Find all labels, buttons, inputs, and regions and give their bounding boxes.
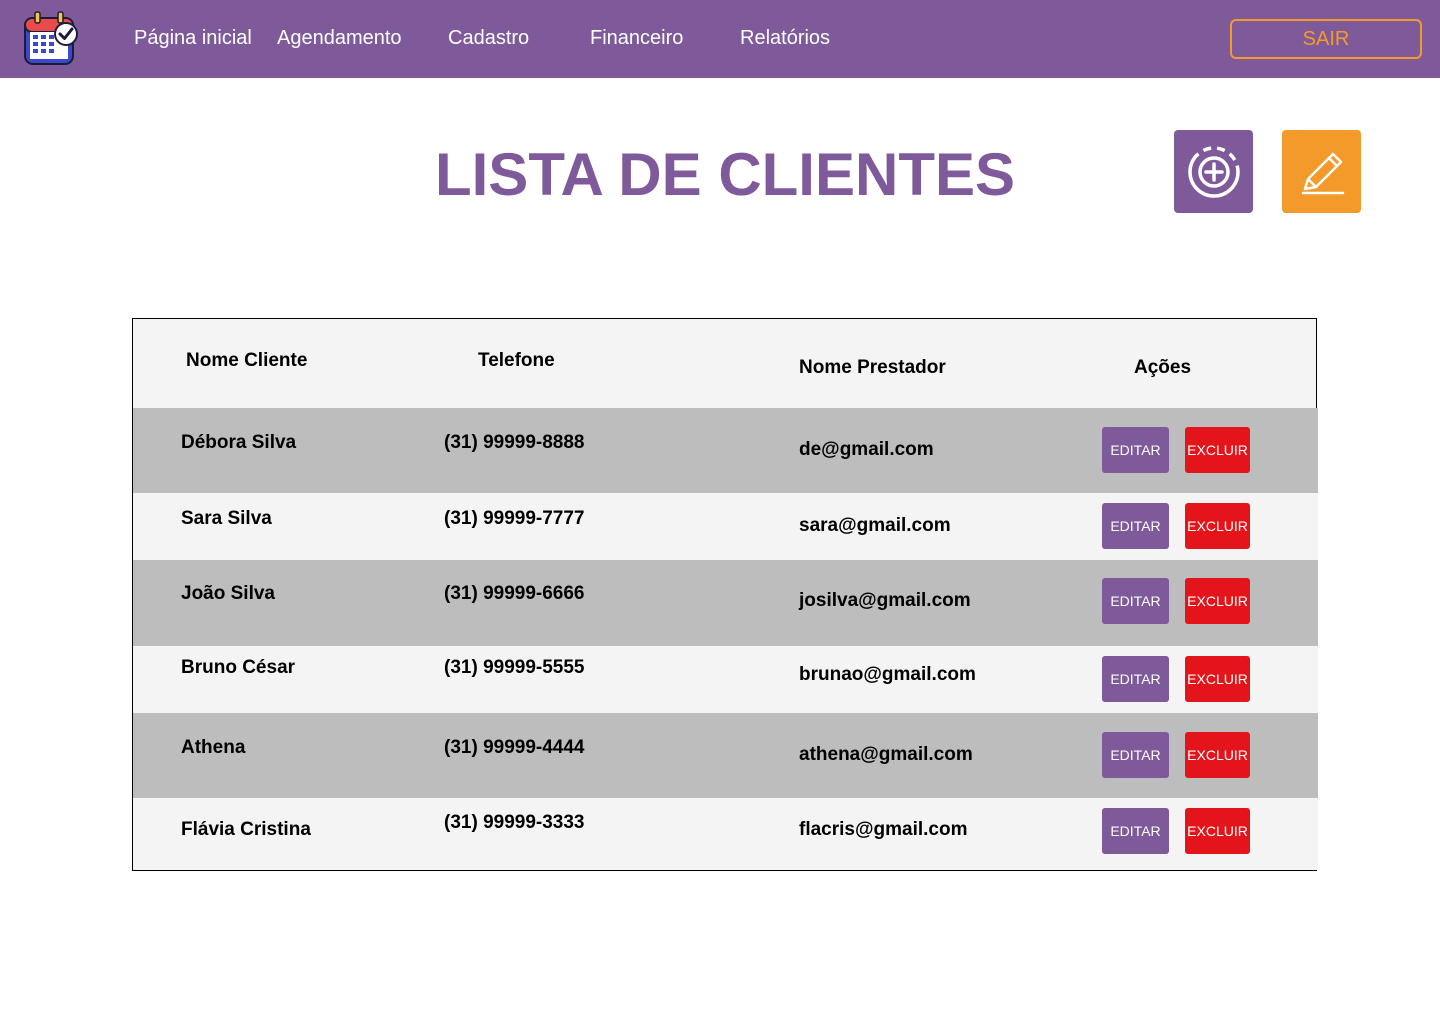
clients-table: Nome Cliente Telefone Nome Prestador Açõ… [132, 318, 1318, 871]
delete-button[interactable]: EXCLUIR [1185, 503, 1250, 549]
cell-telefone: (31) 99999-5555 [444, 657, 585, 678]
cell-telefone: (31) 99999-7777 [444, 508, 585, 529]
cell-nome: Flávia Cristina [181, 819, 311, 840]
delete-button[interactable]: EXCLUIR [1185, 808, 1250, 854]
top-navbar: Página inicial Agendamento Cadastro Fina… [0, 0, 1440, 78]
table-row: Sara Silva (31) 99999-7777 sara@gmail.co… [133, 493, 1318, 560]
cell-telefone: (31) 99999-4444 [444, 737, 585, 758]
delete-button[interactable]: EXCLUIR [1185, 578, 1250, 624]
table-row: João Silva (31) 99999-6666 josilva@gmail… [133, 560, 1318, 646]
cell-email: flacris@gmail.com [799, 819, 968, 840]
nav-agendamento[interactable]: Agendamento [277, 24, 402, 52]
edit-button[interactable]: EDITAR [1102, 808, 1169, 854]
table-row: Flávia Cristina (31) 99999-3333 flacris@… [133, 798, 1318, 870]
delete-button[interactable]: EXCLUIR [1185, 732, 1250, 778]
table-header: Nome Cliente Telefone Nome Prestador Açõ… [133, 319, 1316, 408]
table-row: Athena (31) 99999-4444 athena@gmail.com … [133, 713, 1318, 798]
add-circle-icon [1187, 145, 1240, 198]
delete-button[interactable]: EXCLUIR [1185, 427, 1250, 473]
edit-button[interactable]: EDITAR [1102, 427, 1169, 473]
cell-telefone: (31) 99999-6666 [444, 583, 585, 604]
cell-email: de@gmail.com [799, 439, 934, 460]
edit-button[interactable]: EDITAR [1102, 656, 1169, 702]
cell-nome: Athena [181, 737, 246, 758]
edit-button[interactable]: EDITAR [1102, 503, 1169, 549]
add-client-button[interactable] [1174, 130, 1253, 213]
cell-email: athena@gmail.com [799, 744, 973, 765]
cell-email: josilva@gmail.com [799, 590, 971, 611]
header-nome-prestador: Nome Prestador [799, 357, 946, 378]
calendar-check-icon[interactable] [22, 10, 80, 68]
header-acoes: Ações [1134, 357, 1192, 378]
edit-button[interactable]: EDITAR [1102, 732, 1169, 778]
nav-relatorios[interactable]: Relatórios [740, 24, 830, 52]
cell-nome: Débora Silva [181, 432, 297, 453]
cell-telefone: (31) 99999-8888 [444, 432, 585, 453]
nav-financeiro[interactable]: Financeiro [590, 24, 683, 52]
cell-nome: Sara Silva [181, 508, 272, 529]
cell-telefone: (31) 99999-3333 [444, 812, 585, 833]
table-row: Bruno César (31) 99999-5555 brunao@gmail… [133, 646, 1318, 713]
edit-button[interactable]: EDITAR [1102, 578, 1169, 624]
delete-button[interactable]: EXCLUIR [1185, 656, 1250, 702]
cell-email: sara@gmail.com [799, 515, 951, 536]
nav-cadastro[interactable]: Cadastro [448, 24, 529, 52]
cell-nome: João Silva [181, 583, 275, 604]
cell-email: brunao@gmail.com [799, 664, 976, 685]
nav-pagina-inicial[interactable]: Página inicial [134, 24, 252, 52]
table-row: Débora Silva (31) 99999-8888 de@gmail.co… [133, 408, 1318, 493]
pencil-icon [1301, 152, 1344, 194]
logout-button[interactable]: SAIR [1230, 19, 1422, 59]
header-nome-cliente: Nome Cliente [186, 350, 308, 371]
header-telefone: Telefone [478, 350, 555, 371]
edit-list-button[interactable] [1282, 130, 1361, 213]
cell-nome: Bruno César [181, 657, 296, 678]
